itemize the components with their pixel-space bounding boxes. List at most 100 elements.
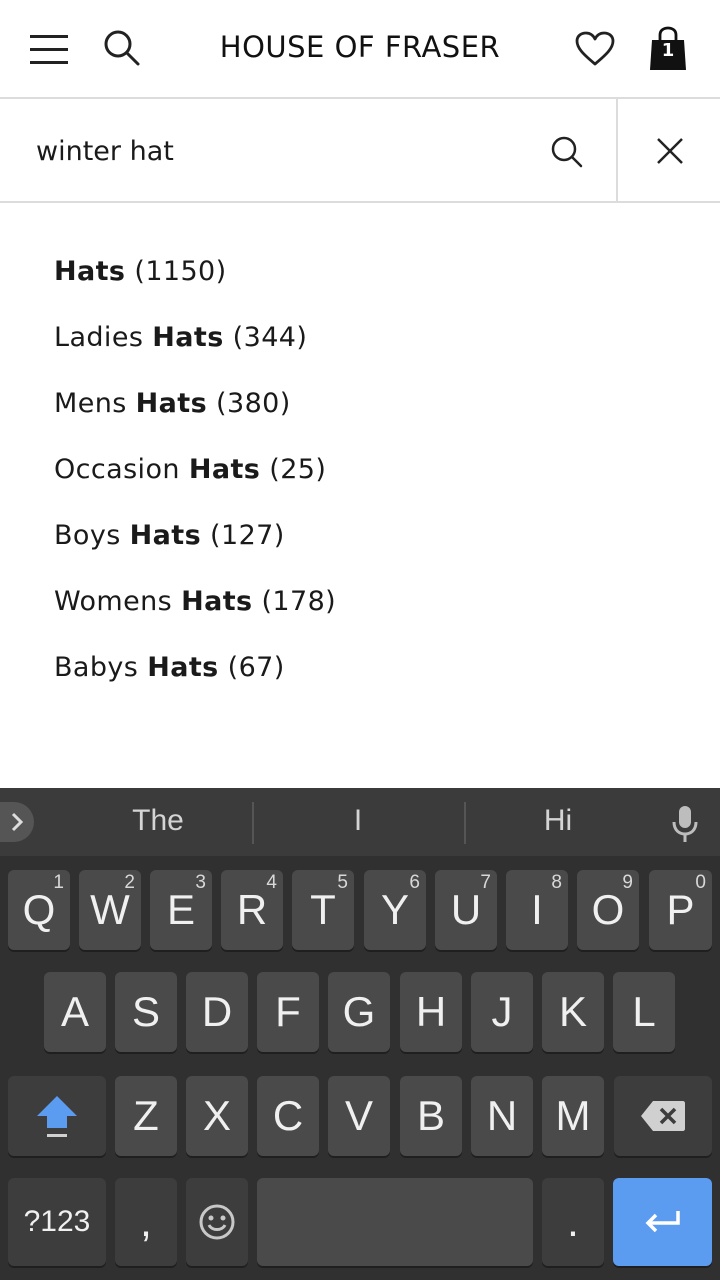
- suggestion-count: (1150): [125, 256, 227, 287]
- soft-keyboard: The I Hi Q1 W2 E3 R4 T5 Y6 U7 I8 O9 P0 A…: [0, 788, 720, 1280]
- key-i[interactable]: I8: [506, 870, 568, 950]
- close-icon: [657, 138, 683, 164]
- wishlist-button[interactable]: [568, 22, 622, 76]
- search-submit-button[interactable]: [540, 127, 594, 177]
- backspace-key[interactable]: [614, 1076, 712, 1156]
- space-key[interactable]: [257, 1178, 533, 1266]
- key-label: E: [166, 886, 195, 933]
- key-label: O: [591, 886, 625, 933]
- brand-logo[interactable]: HOUSE OF FRASER: [200, 30, 520, 64]
- header-search-button[interactable]: [96, 22, 148, 74]
- key-hint: 9: [622, 872, 633, 893]
- suggestion-item[interactable]: Ladies Hats (344): [54, 322, 307, 372]
- key-hint: 3: [195, 872, 206, 893]
- emoji-key[interactable]: [186, 1178, 248, 1266]
- menu-button[interactable]: [24, 24, 76, 76]
- shift-arrow-icon: [37, 1096, 77, 1137]
- key-y[interactable]: Y6: [364, 870, 426, 950]
- key-label: R: [236, 886, 268, 933]
- key-z[interactable]: Z: [115, 1076, 177, 1156]
- suggestion-item[interactable]: Boys Hats (127): [54, 520, 285, 570]
- keyboard-expand-button[interactable]: [0, 802, 34, 842]
- suggestion-count: (67): [218, 652, 285, 683]
- key-hint: 1: [53, 872, 64, 893]
- suggestion-item[interactable]: Womens Hats (178): [54, 586, 336, 636]
- key-b[interactable]: B: [400, 1076, 462, 1156]
- shift-key[interactable]: [8, 1076, 106, 1156]
- key-hint: 2: [124, 872, 135, 893]
- key-k[interactable]: K: [542, 972, 604, 1052]
- key-p[interactable]: P0: [649, 870, 712, 950]
- key-n[interactable]: N: [471, 1076, 533, 1156]
- key-l[interactable]: L: [613, 972, 675, 1052]
- key-m[interactable]: M: [542, 1076, 604, 1156]
- key-e[interactable]: E3: [150, 870, 212, 950]
- key-label: Y: [380, 886, 409, 933]
- key-o[interactable]: O9: [577, 870, 639, 950]
- key-c[interactable]: C: [257, 1076, 319, 1156]
- emoji-icon: [199, 1204, 235, 1240]
- key-u[interactable]: U7: [435, 870, 497, 950]
- comma-key[interactable]: ,: [115, 1178, 177, 1266]
- keyboard-suggestion[interactable]: I: [260, 804, 456, 844]
- enter-key[interactable]: [613, 1178, 712, 1266]
- suggestion-match: Hats: [135, 388, 208, 419]
- keyboard-suggestion-strip: The I Hi: [0, 788, 720, 856]
- shopping-bag-button[interactable]: 1: [642, 22, 694, 76]
- key-hint: 4: [266, 872, 277, 893]
- key-h[interactable]: H: [400, 972, 462, 1052]
- suggestion-count: (380): [207, 388, 291, 419]
- suggestion-count: (178): [252, 586, 337, 617]
- suggestion-item[interactable]: Babys Hats (67): [54, 652, 285, 702]
- suggestion-match: Hats: [147, 652, 219, 683]
- search-input[interactable]: [36, 129, 516, 173]
- suggestion-match: Hats: [54, 256, 126, 287]
- keyboard-suggestion-divider: [252, 802, 254, 844]
- key-w[interactable]: W2: [79, 870, 141, 950]
- voice-input-button[interactable]: [666, 802, 704, 846]
- key-t[interactable]: T5: [292, 870, 354, 950]
- key-r[interactable]: R4: [221, 870, 283, 950]
- key-s[interactable]: S: [115, 972, 177, 1052]
- clear-search-button[interactable]: [640, 125, 700, 177]
- key-label: Q: [22, 886, 56, 933]
- suggestion-item[interactable]: Hats (1150): [54, 256, 227, 306]
- key-hint: 8: [551, 872, 562, 893]
- microphone-icon: [672, 806, 698, 842]
- period-key[interactable]: .: [542, 1178, 604, 1266]
- key-x[interactable]: X: [186, 1076, 248, 1156]
- chevron-right-icon: [11, 812, 24, 832]
- key-hint: 5: [337, 872, 348, 893]
- search-icon: [104, 30, 140, 66]
- key-g[interactable]: G: [328, 972, 390, 1052]
- suggestion-count: (127): [201, 520, 285, 551]
- keyboard-suggestion[interactable]: Hi: [460, 804, 656, 844]
- backspace-icon: [641, 1101, 685, 1131]
- suggestion-match: Hats: [181, 586, 253, 617]
- suggestion-prefix: Mens: [54, 388, 136, 419]
- key-d[interactable]: D: [186, 972, 248, 1052]
- search-icon: [551, 136, 583, 168]
- suggestion-prefix: Womens: [54, 586, 182, 617]
- enter-arrow-icon: [645, 1211, 680, 1233]
- key-v[interactable]: V: [328, 1076, 390, 1156]
- keyboard-suggestion[interactable]: The: [60, 804, 256, 844]
- key-hint: 0: [695, 872, 706, 893]
- heart-icon: [575, 31, 615, 66]
- key-q[interactable]: Q1: [8, 870, 70, 950]
- key-hint: 7: [480, 872, 491, 893]
- key-j[interactable]: J: [471, 972, 533, 1052]
- key-label: P: [666, 886, 695, 933]
- key-f[interactable]: F: [257, 972, 319, 1052]
- suggestion-item[interactable]: Mens Hats (380): [54, 388, 291, 438]
- suggestion-prefix: Babys: [54, 652, 148, 683]
- key-hint: 6: [409, 872, 420, 893]
- suggestion-count: (344): [223, 322, 308, 353]
- suggestion-match: Hats: [152, 322, 224, 353]
- suggestion-item[interactable]: Occasion Hats (25): [54, 454, 326, 504]
- suggestion-prefix: Boys: [54, 520, 130, 551]
- suggestion-count: (25): [260, 454, 327, 485]
- key-a[interactable]: A: [44, 972, 106, 1052]
- symbols-key[interactable]: ?123: [8, 1178, 106, 1266]
- key-label: U: [450, 886, 482, 933]
